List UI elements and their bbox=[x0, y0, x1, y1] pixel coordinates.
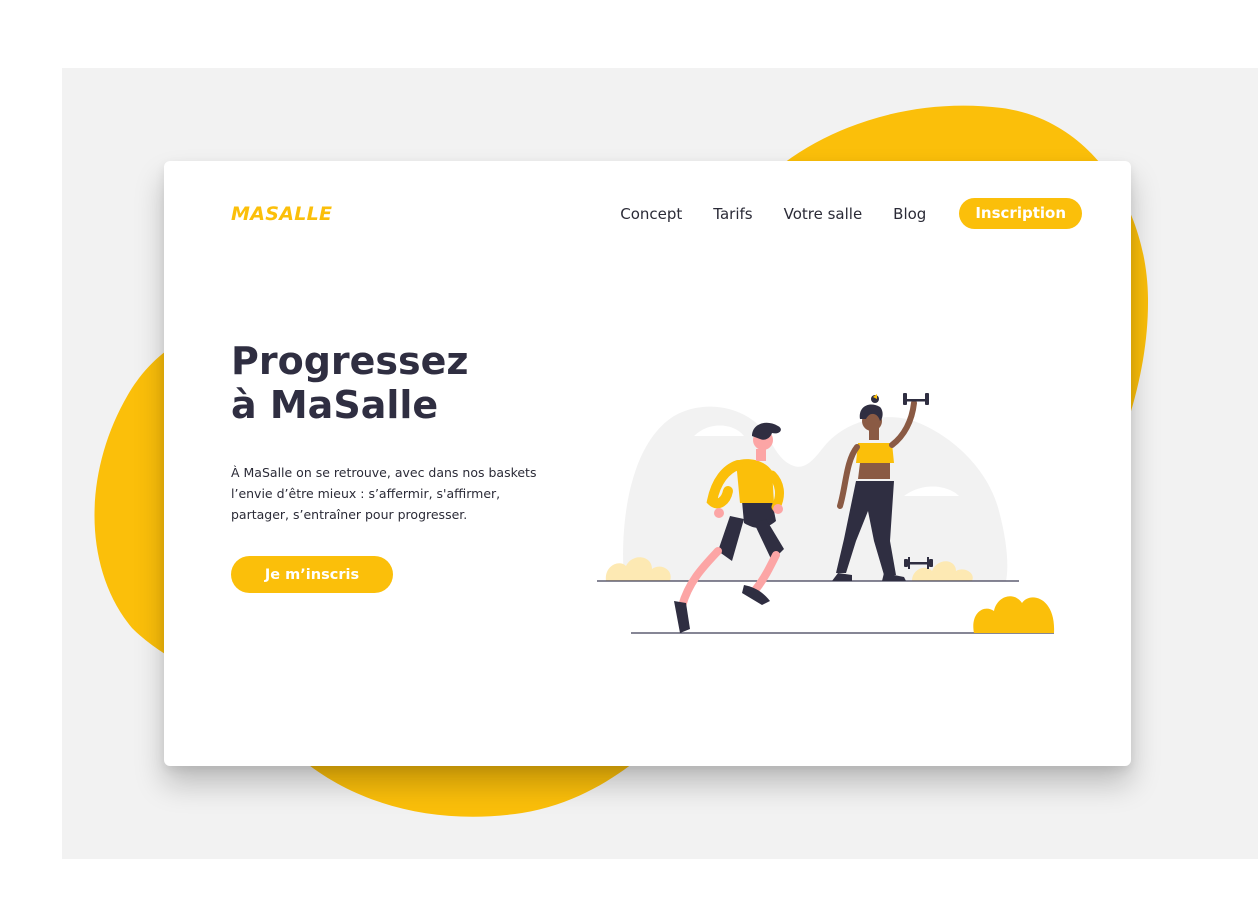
hero-title: Progressez à MaSalle bbox=[231, 339, 469, 427]
nav-link-votre-salle[interactable]: Votre salle bbox=[784, 205, 863, 223]
main-nav: Concept Tarifs Votre salle Blog Inscript… bbox=[589, 198, 1082, 229]
signup-button[interactable]: Je m’inscris bbox=[231, 556, 393, 593]
fitness-people-illustration bbox=[597, 393, 1055, 634]
hero-title-line2: à MaSalle bbox=[231, 383, 439, 427]
nav-link-blog[interactable]: Blog bbox=[893, 205, 926, 223]
nav-link-concept[interactable]: Concept bbox=[620, 205, 682, 223]
nav-link-tarifs[interactable]: Tarifs bbox=[713, 205, 752, 223]
landing-card: MASALLE Concept Tarifs Votre salle Blog … bbox=[164, 161, 1131, 766]
brand-logo[interactable]: MASALLE bbox=[231, 203, 332, 225]
hero-title-line1: Progressez bbox=[231, 339, 469, 383]
hero-description: À MaSalle on se retrouve, avec dans nos … bbox=[231, 465, 537, 522]
inscription-button[interactable]: Inscription bbox=[959, 198, 1082, 229]
